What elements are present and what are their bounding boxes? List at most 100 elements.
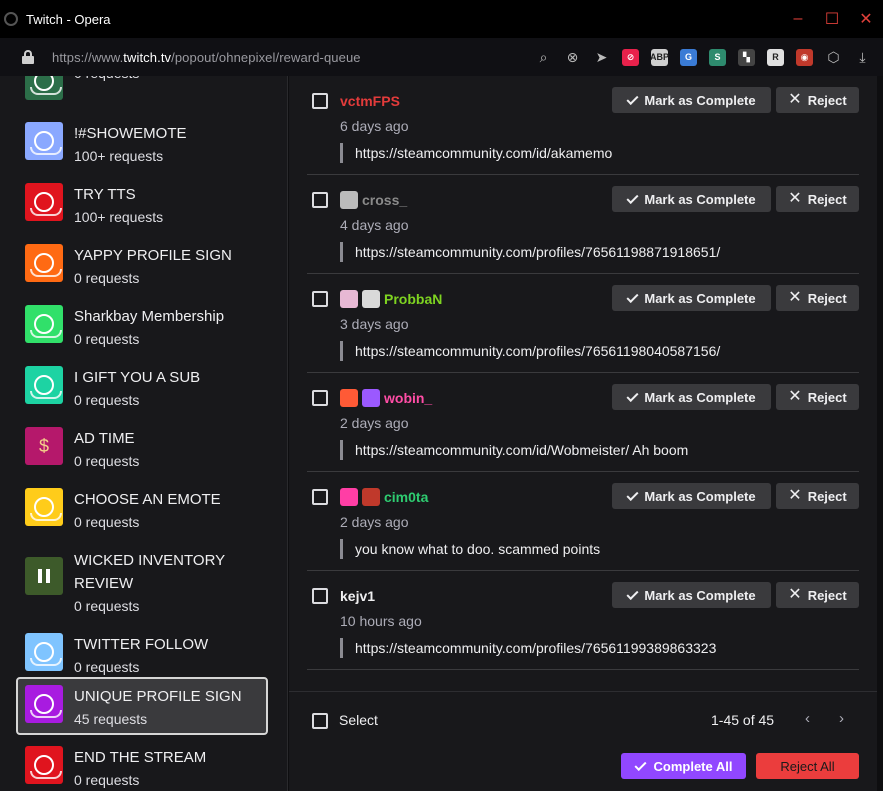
reward-item[interactable]: Sharkbay Membership 0 requests [16, 297, 268, 355]
redemption-message: you know what to doo. scammed points [340, 539, 600, 559]
reject-button[interactable]: ✕ Reject [776, 87, 859, 113]
username[interactable]: kejv1 [340, 588, 375, 604]
pagination-count: 1-45 of 45 [711, 712, 775, 728]
row-checkbox[interactable] [312, 192, 328, 208]
reward-title: AD TIME [74, 430, 135, 447]
reject-label: Reject [807, 389, 847, 405]
reject-button[interactable]: ✕ Reject [776, 186, 859, 212]
mark-complete-button[interactable]: Mark as Complete [612, 483, 771, 509]
tile-ext-icon[interactable]: ▚ [738, 48, 755, 66]
send-icon[interactable]: ➤ [593, 49, 610, 66]
redemption-row: kejv1 10 hours ago https://steamcommunit… [307, 571, 859, 670]
translate-ext-icon[interactable]: G [680, 48, 697, 66]
url-host: twitch.tv [123, 49, 172, 65]
reward-title: WICKED INVENTORY REVIEW [74, 552, 225, 592]
next-page-button[interactable]: › [839, 710, 844, 727]
channel-points-icon [25, 633, 63, 671]
reject-button[interactable]: ✕ Reject [776, 285, 859, 311]
reject-button[interactable]: ✕ Reject [776, 483, 859, 509]
reward-item[interactable]: WICKED INVENTORY REVIEW 0 requests [16, 541, 268, 623]
address-bar: https://www.twitch.tv/popout/ohnepixel/r… [0, 38, 883, 76]
mark-complete-label: Mark as Complete [644, 191, 756, 207]
reward-item[interactable]: I GIFT YOU A SUB 0 requests [16, 358, 268, 416]
username[interactable]: vctmFPS [340, 93, 400, 109]
channel-points-icon: $ [25, 427, 63, 465]
reward-title: UNIQUE PROFILE SIGN [74, 688, 242, 705]
row-checkbox[interactable] [312, 588, 328, 604]
reward-text: WICKED INVENTORY REVIEW 0 requests [74, 549, 264, 617]
reward-item[interactable]: TRY TTS 100+ requests [16, 175, 268, 233]
row-checkbox[interactable] [312, 390, 328, 406]
reward-item[interactable]: END THE STREAM 0 requests [16, 738, 268, 791]
abp-ext-icon[interactable]: ABP [650, 48, 669, 66]
reject-label: Reject [807, 92, 847, 108]
title-bar: Twitch - Opera – ☐ ✕ [0, 0, 883, 38]
chat-badge-icon [340, 191, 358, 209]
select-all-checkbox[interactable] [312, 713, 328, 729]
reject-label: Reject [807, 290, 847, 306]
reject-button[interactable]: ✕ Reject [776, 582, 859, 608]
reject-button[interactable]: ✕ Reject [776, 384, 859, 410]
reward-title: Sharkbay Membership [74, 308, 225, 325]
reward-text: END THE STREAM 0 requests [74, 746, 264, 791]
reward-item[interactable]: YAPPY PROFILE SIGN 0 requests [16, 236, 268, 294]
mark-complete-button[interactable]: Mark as Complete [612, 384, 771, 410]
reward-count: 100+ requests [74, 209, 164, 225]
redeemed-time: 4 days ago [340, 217, 409, 233]
reward-text: Sharkbay Membership 0 requests [74, 305, 264, 350]
mark-complete-button[interactable]: Mark as Complete [612, 285, 771, 311]
tracker-block-icon[interactable]: ⊗ [564, 49, 581, 66]
reward-item[interactable]: !#SHOWEMOTE 100+ requests [16, 114, 268, 172]
reward-item[interactable]: TWITTER FOLLOW 0 requests [16, 625, 268, 683]
reject-all-button[interactable]: Reject All [756, 753, 859, 779]
row-checkbox[interactable] [312, 291, 328, 307]
reward-count: 0 requests [74, 270, 140, 286]
close-icon: ✕ [788, 487, 802, 504]
r-ext-icon[interactable]: R [767, 48, 784, 66]
user-row: vctmFPS [340, 92, 400, 110]
redemption-message: https://steamcommunity.com/profiles/7656… [340, 242, 720, 262]
redemption-row: cross_ 4 days ago https://steamcommunity… [307, 175, 859, 274]
maximize-button[interactable]: ☐ [815, 0, 849, 38]
reward-item[interactable]: $ AD TIME 0 requests [16, 419, 268, 477]
username[interactable]: cross_ [362, 192, 407, 208]
reward-item[interactable]: CHOOSE AN EMOTE 0 requests [16, 480, 268, 538]
reward-item[interactable]: UNIQUE PROFILE SIGN 45 requests [16, 677, 268, 735]
close-button[interactable]: ✕ [849, 0, 883, 38]
blocker-ext-icon[interactable]: ⊘ [622, 48, 639, 66]
minimize-button[interactable]: – [781, 0, 815, 38]
username[interactable]: cim0ta [384, 489, 428, 505]
zoom-search-icon[interactable]: ⌕ [535, 49, 552, 66]
cube-ext-icon[interactable]: ⬡ [825, 49, 842, 66]
reward-text: I GIFT YOU A SUB 0 requests [74, 366, 264, 411]
redemption-message: https://steamcommunity.com/profiles/7656… [340, 638, 716, 658]
reward-title: TRY TTS [74, 186, 136, 203]
channel-points-icon [25, 488, 63, 526]
chat-badge-icon [340, 290, 358, 308]
row-checkbox[interactable] [312, 489, 328, 505]
reward-title: !#SHOWEMOTE [74, 125, 187, 142]
mark-complete-button[interactable]: Mark as Complete [612, 186, 771, 212]
reward-count: 0 requests [74, 772, 140, 788]
complete-all-label: Complete All [653, 758, 733, 774]
reward-list: 0 requests!#SHOWEMOTE100+ requestsTRY TT… [0, 76, 288, 791]
redemption-row: vctmFPS 6 days ago https://steamcommunit… [307, 76, 859, 175]
prev-page-button[interactable]: ‹ [805, 710, 810, 727]
s-ext-icon[interactable]: S [709, 48, 726, 66]
url-prefix: https://www. [52, 49, 124, 65]
chat-badge-icon [340, 389, 358, 407]
row-checkbox[interactable] [312, 93, 328, 109]
url-field[interactable]: https://www.twitch.tv/popout/ohnepixel/r… [52, 50, 361, 65]
check-icon [626, 587, 639, 600]
mark-complete-button[interactable]: Mark as Complete [612, 582, 771, 608]
audio-ext-icon[interactable]: ◉ [796, 48, 813, 66]
download-icon[interactable]: ⤓ [854, 49, 871, 66]
lock-icon[interactable] [22, 50, 34, 64]
username[interactable]: ProbbaN [384, 291, 442, 307]
pause-icon [25, 557, 63, 595]
channel-points-icon [25, 746, 63, 784]
complete-all-button[interactable]: Complete All [621, 753, 746, 779]
reward-item[interactable]: 0 requests [16, 76, 268, 112]
username[interactable]: wobin_ [384, 390, 432, 406]
mark-complete-button[interactable]: Mark as Complete [612, 87, 771, 113]
